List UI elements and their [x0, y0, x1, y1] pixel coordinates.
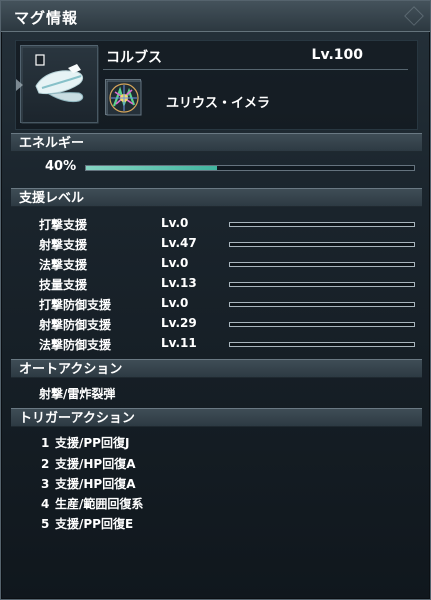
support-row: 射撃支援 Lv.47: [1, 236, 431, 254]
support-label: 打撃防御支援: [39, 298, 112, 312]
trigger-action-item: 2 支援/HP回復A: [41, 455, 136, 473]
trigger-action-section-header: トリガーアクション: [11, 408, 422, 427]
support-label: 射撃支援: [39, 238, 88, 252]
trigger-text: 支援/PP回復J: [55, 436, 130, 450]
support-progress-bar: [229, 282, 415, 287]
photon-blast-name: ユリウス・イメラ: [166, 96, 271, 111]
energy-bar: [85, 165, 415, 171]
trigger-number: 5: [41, 517, 50, 531]
trigger-action-item: 5 支援/PP回復E: [41, 515, 133, 533]
window-title: マグ情報: [14, 9, 79, 27]
trigger-number: 2: [41, 457, 50, 471]
trigger-text: 生産/範囲回復系: [55, 497, 144, 511]
support-progress-bar: [229, 242, 415, 247]
support-label: 射撃防御支援: [39, 318, 112, 332]
energy-fill: [86, 166, 218, 170]
support-row: 射撃防御支援 Lv.29: [1, 316, 431, 334]
close-icon[interactable]: [404, 6, 424, 26]
support-label: 法撃支援: [39, 258, 88, 272]
support-progress-bar: [229, 342, 415, 347]
mag-image: [20, 45, 99, 124]
support-level: Lv.0: [161, 296, 189, 310]
mag-name: コルブス: [106, 50, 162, 66]
mag-card: コルブス Lv.100 ユリウス・イメラ: [15, 40, 418, 130]
energy-section-header: エネルギー: [11, 133, 422, 152]
support-label: 打撃支援: [39, 218, 88, 232]
support-row: 打撃支援 Lv.0: [1, 216, 431, 234]
trigger-action-item: 1 支援/PP回復J: [41, 434, 129, 452]
trigger-text: 支援/PP回復E: [55, 517, 134, 531]
energy-label: 40%: [45, 159, 77, 174]
support-progress-bar: [229, 322, 415, 327]
support-row: 法撃防御支援 Lv.11: [1, 336, 431, 354]
auto-action-section-header: オートアクション: [11, 359, 422, 378]
support-row: 技量支援 Lv.13: [1, 276, 431, 294]
support-label: 技量支援: [39, 278, 88, 292]
trigger-number: 3: [41, 477, 50, 491]
support-level: Lv.29: [161, 316, 197, 330]
support-row: 法撃支援 Lv.0: [1, 256, 431, 274]
trigger-text: 支援/HP回復A: [55, 457, 136, 471]
support-level: Lv.0: [161, 256, 189, 270]
trigger-number: 4: [41, 497, 50, 511]
support-progress-bar: [229, 222, 415, 227]
auto-action-value: 射撃/雷炸裂弾: [39, 387, 116, 401]
support-row: 打撃防御支援 Lv.0: [1, 296, 431, 314]
support-level: Lv.11: [161, 336, 197, 350]
support-label: 法撃防御支援: [39, 338, 112, 352]
trigger-action-item: 4 生産/範囲回復系: [41, 495, 143, 513]
title-bar: マグ情報: [1, 1, 430, 32]
support-level: Lv.47: [161, 236, 197, 250]
support-progress-bar: [229, 262, 415, 267]
support-level: Lv.0: [161, 216, 189, 230]
support-level: Lv.13: [161, 276, 197, 290]
mag-level: Lv.100: [311, 47, 363, 63]
trigger-action-item: 3 支援/HP回復A: [41, 475, 136, 493]
photon-blast-icon: [105, 79, 142, 116]
mag-image-icon: [21, 46, 99, 124]
trigger-text: 支援/HP回復A: [55, 477, 136, 491]
name-divider: [103, 69, 408, 70]
expand-arrow-icon[interactable]: [16, 79, 23, 91]
photon-blast-graphic: [106, 80, 142, 116]
mag-info-window: マグ情報 コルブス Lv.100 ユリウス・イメラ エネルギー 40% 支援レベ…: [0, 0, 431, 600]
trigger-number: 1: [41, 436, 50, 450]
support-level-section-header: 支援レベル: [11, 188, 422, 207]
support-progress-bar: [229, 302, 415, 307]
